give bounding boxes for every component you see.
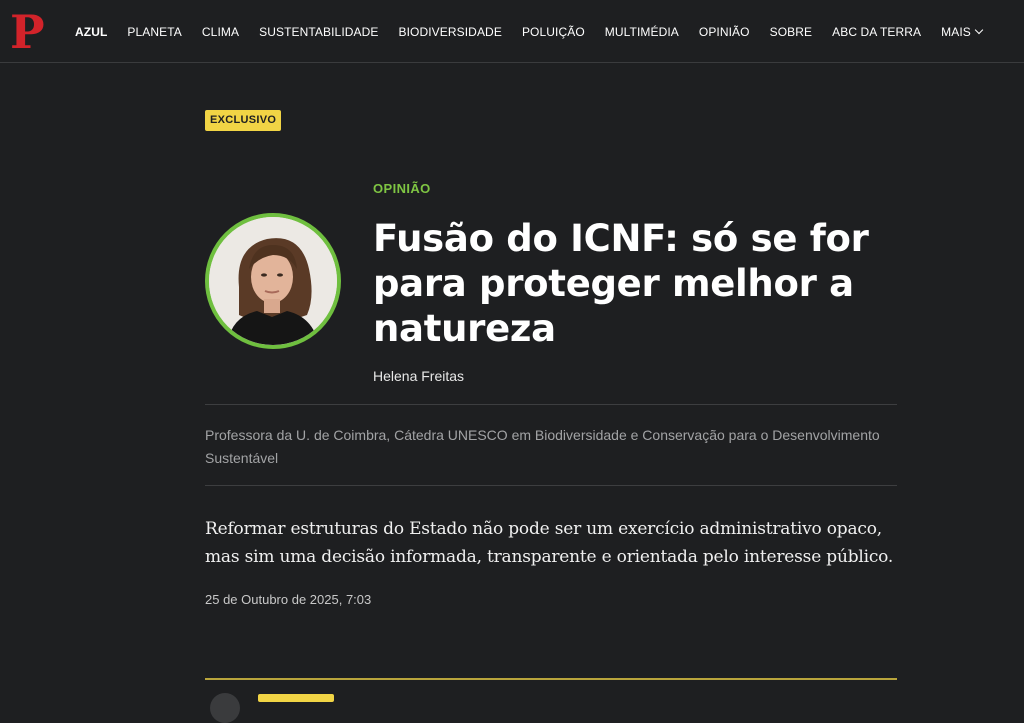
author-name[interactable]: Helena Freitas (373, 368, 464, 384)
divider-top (205, 404, 897, 405)
nav-menu: AZUL PLANETA CLIMA SUSTENTABILIDADE BIOD… (75, 0, 1002, 63)
nav-item-mais[interactable]: MAIS (941, 24, 984, 39)
article-title: Fusão do ICNF: só se for para proteger m… (373, 217, 869, 350)
nav-item-sobre[interactable]: SOBRE (770, 25, 813, 39)
top-navigation: P AZUL PLANETA CLIMA SUSTENTABILIDADE BI… (0, 0, 1024, 63)
bottom-avatar-partial (210, 693, 240, 723)
publish-date: 25 de Outubro de 2025, 7:03 (205, 592, 372, 607)
chevron-down-icon (974, 25, 984, 34)
nav-item-abc-da-terra[interactable]: ABC DA TERRA (832, 25, 921, 39)
nav-item-clima[interactable]: CLIMA (202, 25, 239, 39)
publico-logo[interactable]: P (10, 9, 50, 55)
nav-item-sustentabilidade[interactable]: SUSTENTABILIDADE (259, 25, 378, 39)
section-separator (205, 678, 897, 680)
author-portrait-image (209, 217, 337, 345)
author-bio: Professora da U. de Coimbra, Cátedra UNE… (205, 427, 880, 466)
exclusive-badge: EXCLUSIVO (205, 110, 282, 131)
nav-more-label: MAIS (941, 24, 971, 39)
nav-item-biodiversidade[interactable]: BIODIVERSIDADE (399, 25, 502, 39)
nav-item-planeta[interactable]: PLANETA (127, 25, 182, 39)
divider-bottom (205, 485, 897, 486)
author-avatar[interactable] (205, 213, 341, 349)
nav-item-opiniao[interactable]: OPINIÃO (699, 25, 750, 39)
nav-item-multimedia[interactable]: MULTIMÉDIA (605, 25, 679, 39)
nav-item-azul[interactable]: AZUL (75, 25, 107, 39)
nav-item-poluicao[interactable]: POLUIÇÃO (522, 25, 585, 39)
section-kicker[interactable]: OPINIÃO (373, 181, 431, 196)
article-lead: Reformar estruturas do Estado não pode s… (205, 519, 894, 567)
bottom-badge-partial (258, 694, 334, 702)
